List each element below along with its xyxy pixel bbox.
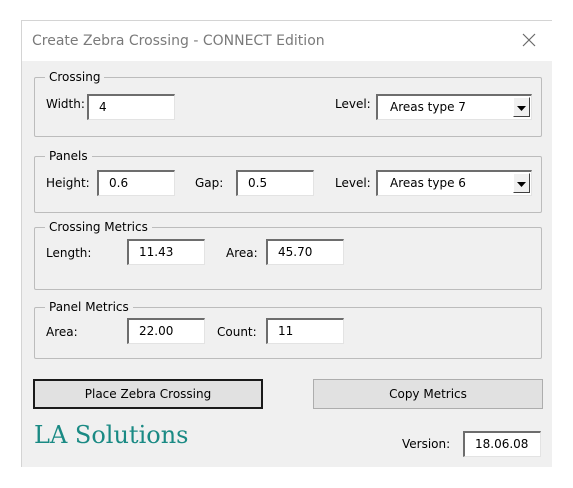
gap-label: Gap: xyxy=(195,176,224,190)
crossing-area-label: Area: xyxy=(226,246,258,260)
copy-metrics-button[interactable]: Copy Metrics xyxy=(313,379,543,409)
panel-area-label: Area: xyxy=(46,325,78,339)
height-label: Height: xyxy=(46,176,90,190)
close-button[interactable] xyxy=(506,21,552,61)
crossing-level-dropdown-button[interactable] xyxy=(513,97,530,117)
panels-legend: Panels xyxy=(45,148,92,164)
panels-group: Panels Height: 0.6 Gap: 0.5 Level: Areas… xyxy=(34,148,542,213)
chevron-down-icon xyxy=(517,100,526,114)
panels-level-value: Areas type 6 xyxy=(390,176,466,190)
panel-area-field[interactable]: 22.00 xyxy=(127,318,205,344)
brand-logo-text: LA Solutions xyxy=(34,421,189,449)
count-label: Count: xyxy=(217,325,257,339)
version-label: Version: xyxy=(402,437,451,451)
place-zebra-crossing-button[interactable]: Place Zebra Crossing xyxy=(33,379,263,409)
crossing-metrics-legend: Crossing Metrics xyxy=(45,219,152,235)
length-label: Length: xyxy=(46,246,92,260)
panel-metrics-legend: Panel Metrics xyxy=(45,299,133,315)
panels-level-label: Level: xyxy=(335,176,371,190)
crossing-level-value: Areas type 7 xyxy=(390,100,466,114)
crossing-level-label: Level: xyxy=(335,97,371,111)
count-field[interactable]: 11 xyxy=(266,318,344,344)
width-field[interactable]: 4 xyxy=(87,94,175,120)
version-field[interactable]: 18.06.08 xyxy=(463,431,541,457)
title-bar: Create Zebra Crossing - CONNECT Edition xyxy=(22,21,552,61)
width-label: Width: xyxy=(46,97,85,111)
window-title: Create Zebra Crossing - CONNECT Edition xyxy=(32,33,325,49)
panel-metrics-group: Panel Metrics Area: 22.00 Count: 11 xyxy=(34,299,542,359)
chevron-down-icon xyxy=(517,176,526,190)
crossing-metrics-group: Crossing Metrics Length: 11.43 Area: 45.… xyxy=(34,219,542,290)
gap-field[interactable]: 0.5 xyxy=(236,170,314,196)
height-field[interactable]: 0.6 xyxy=(97,170,175,196)
close-icon xyxy=(522,33,536,50)
crossing-area-field[interactable]: 45.70 xyxy=(266,239,344,265)
panels-level-select[interactable]: Areas type 6 xyxy=(376,170,532,196)
length-field[interactable]: 11.43 xyxy=(127,239,205,265)
panels-level-dropdown-button[interactable] xyxy=(513,173,530,193)
dialog-window: Create Zebra Crossing - CONNECT Edition … xyxy=(21,20,552,467)
crossing-legend: Crossing xyxy=(45,69,105,85)
crossing-level-select[interactable]: Areas type 7 xyxy=(376,94,532,120)
crossing-group: Crossing Width: 4 Level: Areas type 7 xyxy=(34,69,542,137)
